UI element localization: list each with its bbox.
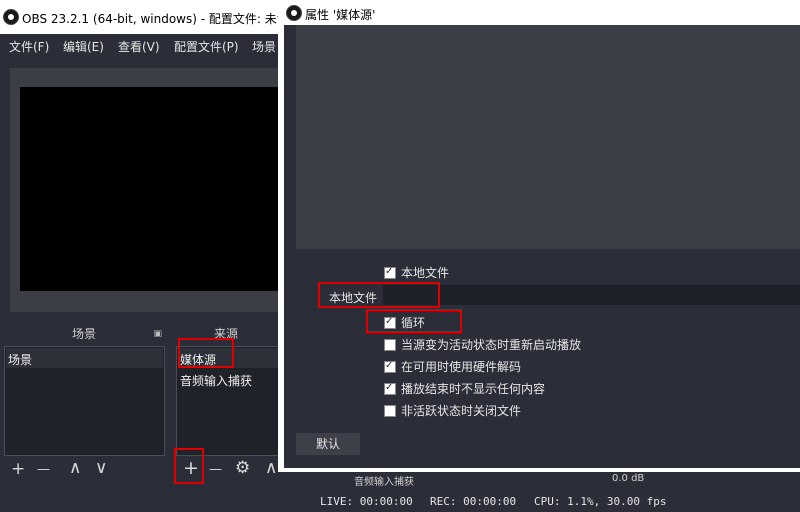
scenes-list: 场景 xyxy=(4,346,165,456)
status-rec: REC: 00:00:00 xyxy=(430,495,517,508)
audio-mixer-peek: 音频输入捕获 0.0 dB xyxy=(348,472,800,486)
local-file-checkbox-label: 本地文件 xyxy=(401,266,450,280)
source-settings-gear-icon[interactable]: ⚙ xyxy=(235,460,250,477)
restart-on-active-label: 当源变为活动状态时重新启动播放 xyxy=(401,338,582,352)
hardware-decoding-checkbox[interactable] xyxy=(384,360,396,373)
local-file-checkbox[interactable] xyxy=(384,266,396,279)
highlight-box-media-source xyxy=(178,338,234,368)
obs-window-title: OBS 23.2.1 (64-bit, windows) - 配置文件: 未命 xyxy=(22,12,289,26)
show-nothing-on-end-checkbox-row[interactable]: 播放结束时不显示任何内容 xyxy=(384,380,545,397)
menu-view[interactable]: 查看(V) xyxy=(118,38,160,55)
move-source-up-icon[interactable]: ∧ xyxy=(265,460,277,477)
highlight-box-loop xyxy=(366,309,462,333)
dialog-obs-logo-icon xyxy=(286,5,302,21)
obs-logo-icon xyxy=(3,9,19,25)
local-file-input[interactable] xyxy=(383,285,800,305)
close-when-inactive-checkbox[interactable] xyxy=(384,404,396,417)
default-button[interactable]: 默认 xyxy=(296,433,360,455)
menu-file[interactable]: 文件(F) xyxy=(9,38,49,55)
menu-profile[interactable]: 配置文件(P) xyxy=(174,38,239,55)
show-nothing-on-end-label: 播放结束时不显示任何内容 xyxy=(401,382,546,396)
undock-icon[interactable]: ▣ xyxy=(153,324,162,344)
preview-canvas[interactable] xyxy=(20,87,282,291)
remove-scene-minus-icon[interactable]: — xyxy=(37,461,50,478)
mixer-peek-db: 0.0 dB xyxy=(612,473,645,484)
properties-dialog: 属性 '媒体源' xyxy=(278,0,800,472)
close-when-inactive-checkbox-row[interactable]: 非活跃状态时关闭文件 xyxy=(384,402,521,419)
local-file-checkbox-row[interactable]: 本地文件 xyxy=(384,264,449,281)
show-nothing-on-end-checkbox[interactable] xyxy=(384,382,396,395)
scenes-dock-title: 场景 xyxy=(71,327,96,341)
restart-on-active-checkbox-row[interactable]: 当源变为活动状态时重新启动播放 xyxy=(384,336,581,353)
mixer-peek-label: 音频输入捕获 xyxy=(354,477,414,486)
move-scene-up-icon[interactable]: ∧ xyxy=(69,460,81,477)
remove-source-minus-icon[interactable]: — xyxy=(209,461,222,478)
highlight-box-local-file xyxy=(318,282,440,308)
move-scene-down-icon[interactable]: ∨ xyxy=(95,460,107,477)
scenes-dock-header: 场景 ▣ xyxy=(4,324,164,344)
hardware-decoding-label: 在可用时使用硬件解码 xyxy=(401,360,522,374)
add-scene-plus-icon[interactable]: + xyxy=(11,461,25,478)
close-when-inactive-label: 非活跃状态时关闭文件 xyxy=(401,404,522,418)
properties-preview xyxy=(296,25,800,249)
hardware-decoding-checkbox-row[interactable]: 在可用时使用硬件解码 xyxy=(384,358,521,375)
status-cpu: CPU: 1.1%, 30.00 fps xyxy=(534,495,667,508)
menu-scene[interactable]: 场景 xyxy=(252,38,276,55)
menu-edit[interactable]: 编辑(E) xyxy=(63,38,104,55)
highlight-box-add-source xyxy=(174,448,204,484)
status-bar: LIVE: 00:00:00 REC: 00:00:00 CPU: 1.1%, … xyxy=(280,488,800,512)
status-live: LIVE: 00:00:00 xyxy=(320,495,413,508)
obs-menubar: 文件(F) 编辑(E) 查看(V) 配置文件(P) 场景 xyxy=(0,34,290,58)
scene-item[interactable]: 场景 xyxy=(8,351,32,368)
source-item-audio-input[interactable]: 音频输入捕获 xyxy=(180,372,252,389)
restart-on-active-checkbox[interactable] xyxy=(384,338,396,351)
properties-dialog-body xyxy=(284,25,800,468)
properties-dialog-title: 属性 '媒体源' xyxy=(305,8,376,22)
